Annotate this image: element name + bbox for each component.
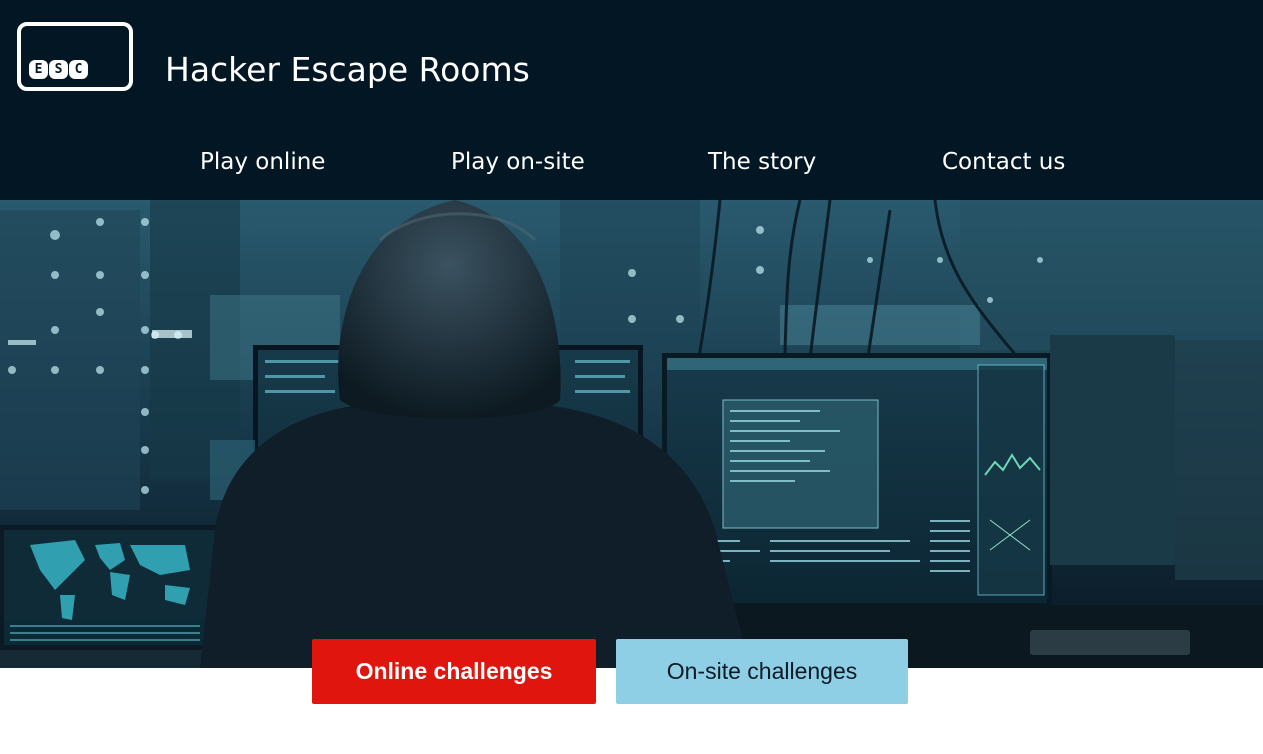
nav-play-onsite[interactable]: Play on-site xyxy=(451,142,585,182)
online-challenges-button[interactable]: Online challenges xyxy=(312,639,596,704)
esc-logo[interactable]: E S C xyxy=(17,22,133,91)
logo-key-c: C xyxy=(69,60,88,79)
hero-image xyxy=(0,200,1263,668)
nav-the-story[interactable]: The story xyxy=(708,142,816,182)
site-title[interactable]: Hacker Escape Rooms xyxy=(165,50,530,90)
nav-play-online[interactable]: Play online xyxy=(200,142,325,182)
site-header: E S C Hacker Escape Rooms Play online Pl… xyxy=(0,0,1263,200)
logo-key-s: S xyxy=(49,60,68,79)
logo-key-e: E xyxy=(29,60,48,79)
onsite-challenges-button[interactable]: On-site challenges xyxy=(616,639,908,704)
main-nav: Play online Play on-site The story Conta… xyxy=(0,142,1263,182)
nav-contact-us[interactable]: Contact us xyxy=(942,142,1065,182)
esc-keycaps: E S C xyxy=(29,60,88,79)
